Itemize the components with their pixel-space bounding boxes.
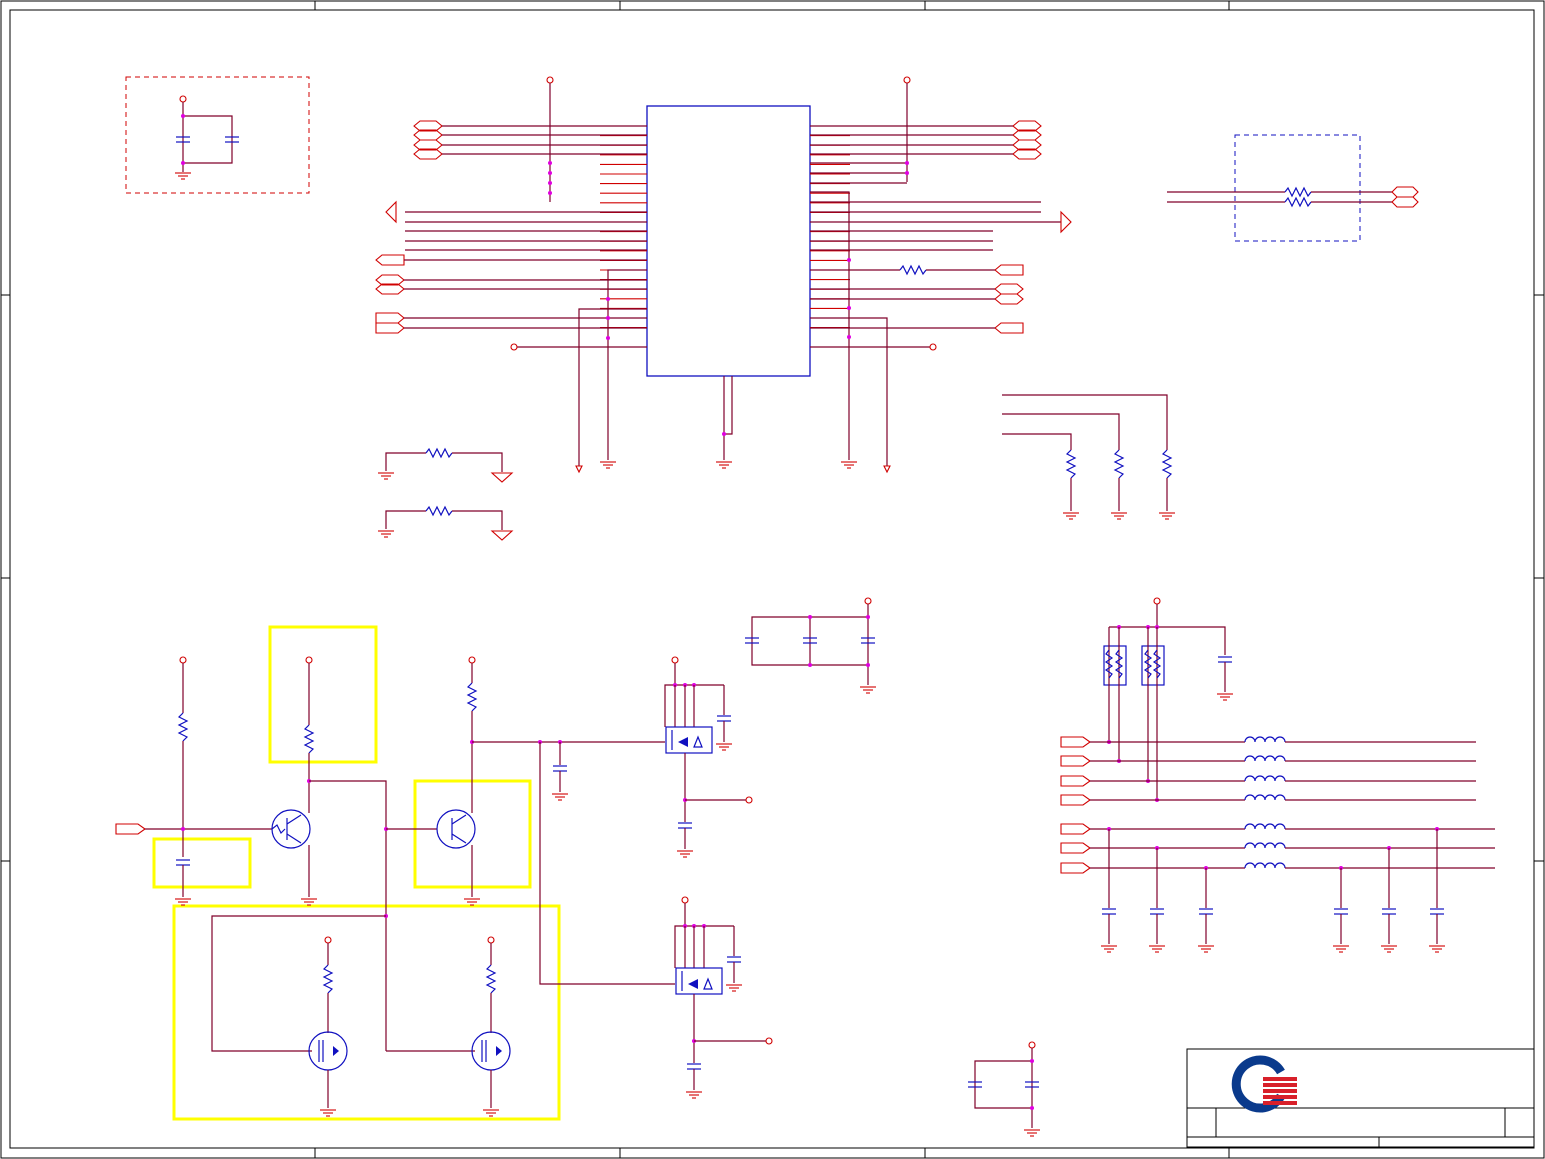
highlight-boxes: [152, 625, 561, 1121]
inductor: [1244, 736, 1286, 743]
net-port: [1060, 862, 1091, 874]
net-port: [375, 322, 405, 334]
inductor: [1244, 842, 1286, 849]
decoupling-cap-group-top-left: [125, 76, 310, 194]
net-port: [1060, 823, 1091, 835]
schematic-sheet: [0, 0, 1545, 1159]
net-port: [994, 264, 1024, 276]
ic-power-rails: [510, 76, 995, 474]
decoupling-caps-bottom: [968, 1041, 1040, 1137]
power-switch-section: [664, 656, 773, 1099]
inductor: [1244, 862, 1286, 869]
company-logo: [1231, 1055, 1297, 1113]
schematic-canvas: [0, 0, 1545, 1159]
left-port-group: [375, 120, 647, 334]
inductor: [1244, 823, 1286, 830]
net-port: [994, 322, 1024, 334]
net-port: [1060, 736, 1091, 748]
inductor: [1244, 775, 1286, 782]
net-port: [1060, 775, 1091, 787]
net-port: [375, 254, 405, 266]
title-block: [1186, 1048, 1535, 1148]
net-port: [385, 200, 397, 224]
pulldown-resistors: [1002, 394, 1175, 520]
series-resistor-group-top-right: [1167, 134, 1419, 242]
net-port: [1060, 842, 1091, 854]
net-port: [1060, 794, 1091, 806]
inductor: [1244, 755, 1286, 762]
net-port: [1060, 210, 1072, 234]
inductor: [1244, 794, 1286, 801]
emi-filter-section: [1060, 597, 1495, 953]
net-port: [994, 293, 1024, 305]
net-port: [1060, 755, 1091, 767]
net-port: [375, 312, 405, 324]
sheet-border: [0, 0, 1545, 1159]
decoupling-caps-mid: [745, 597, 876, 694]
net-port: [994, 283, 1024, 295]
strap-resistors: [378, 447, 514, 541]
